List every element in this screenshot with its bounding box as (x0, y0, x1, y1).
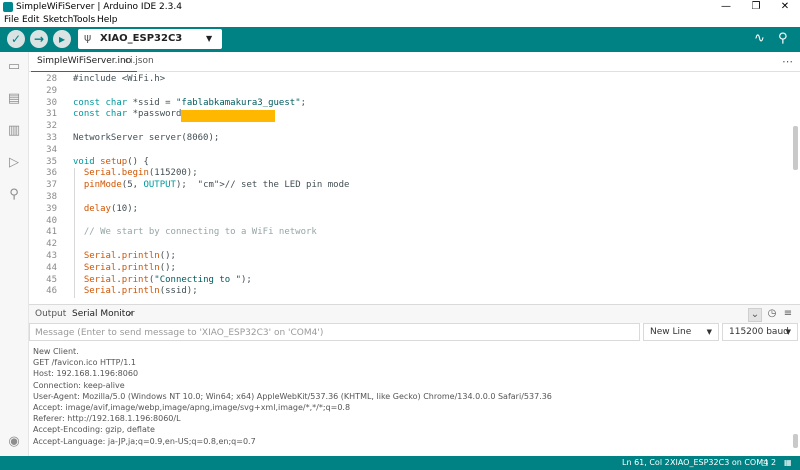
menu-edit[interactable]: Edit (22, 14, 39, 27)
panel-tabs: Output Serial Monitor ✕ ⌄ ◷ ≡ (29, 304, 800, 323)
search-icon[interactable]: ⚲ (7, 188, 21, 202)
more-icon[interactable]: ⋯ (776, 52, 799, 71)
line-ending-select[interactable]: New Line ▼ (643, 323, 719, 341)
minimize-button[interactable]: — (711, 0, 741, 14)
serial-output-line: Connection: keep-alive (33, 380, 125, 390)
chevron-down-icon[interactable]: ⌄ (748, 308, 762, 322)
menu-bar: File Edit Sketch Tools Help (0, 14, 800, 27)
serial-output: New Client. GET /favicon.ico HTTP/1.1 Host… (29, 345, 789, 450)
timestamp-icon[interactable]: ◷ (766, 308, 778, 320)
code-line: Serial.println(); (83, 251, 176, 261)
line-number: 45 (46, 274, 57, 285)
line-number: 34 (46, 144, 57, 155)
close-icon[interactable]: ✕ (127, 305, 134, 323)
line-ending-value: New Line (650, 327, 692, 337)
arduino-app-icon (3, 2, 13, 12)
chevron-down-icon: ▼ (206, 34, 213, 43)
debug-icon[interactable]: ▷ (7, 156, 21, 170)
debug-button[interactable]: ▸ (53, 30, 71, 48)
code-line: Serial.println(); (83, 262, 176, 273)
close-button[interactable]: ✕ (770, 0, 800, 14)
code-line: Serial.print("Connecting to "); (83, 274, 252, 285)
code-line: delay(10); (83, 203, 139, 214)
serial-output-line: User-Agent: Mozilla/5.0 (Windows NT 10.0… (33, 391, 552, 401)
line-number: 28 (46, 74, 57, 84)
menu-help[interactable]: Help (97, 14, 118, 27)
tab-output[interactable]: Output (35, 305, 66, 323)
serial-monitor-icon[interactable]: ⚲ (778, 31, 788, 47)
password-redaction (181, 110, 275, 122)
serial-scrollbar[interactable] (793, 434, 798, 448)
serial-output-line: Host: 192.168.1.196:8060 (33, 369, 139, 379)
title-bar: SimpleWiFiServer | Arduino IDE 2.3.4 — ❐… (0, 0, 800, 14)
code-line: Serial.println(ssid); (83, 286, 198, 297)
line-number: 31 (46, 109, 57, 120)
line-number: 32 (46, 121, 57, 132)
chevron-down-icon: ▼ (785, 328, 791, 336)
cursor-position[interactable]: Ln 61, Col 2 (622, 456, 670, 470)
code-line: // We start by connecting to a WiFi netw… (73, 227, 317, 238)
code-line: pinMode(5, OUTPUT); "cm">// set the LED … (83, 180, 350, 191)
line-number: 42 (46, 239, 57, 250)
tab-serial-monitor[interactable]: Serial Monitor (72, 305, 135, 323)
verify-button[interactable]: ✓ (7, 30, 25, 48)
output-toggle-icon[interactable]: ▦ (784, 456, 792, 470)
line-number: 44 (46, 262, 57, 273)
board-port-status[interactable]: XIAO_ESP32C3 on COM4 (670, 456, 768, 470)
line-number: 40 (46, 215, 57, 226)
line-number: 36 (46, 168, 57, 179)
line-number: 39 (46, 203, 57, 214)
serial-output-line: Accept-Language: ja-JP,ja;q=0.9,en-US;q=… (33, 436, 256, 446)
menu-tools[interactable]: Tools (73, 14, 95, 27)
code-editor[interactable]: 28 #include <WiFi.h> 29 30 const char *ssid … (29, 72, 800, 302)
menu-sketch[interactable]: Sketch (43, 14, 73, 27)
maximize-button[interactable]: ❐ (741, 0, 771, 14)
code-line: #include <WiFi.h> (73, 74, 166, 84)
line-number: 46 (46, 286, 57, 297)
chevron-down-icon: ▼ (706, 328, 712, 336)
editor-scrollbar[interactable] (793, 126, 798, 170)
boards-manager-icon[interactable]: ▤ (7, 92, 21, 106)
board-name: XIAO_ESP32C3 (100, 33, 183, 44)
line-number: 29 (46, 85, 57, 96)
code-line: void setup() { (73, 156, 149, 167)
code-line: NetworkServer server(8060); (73, 133, 220, 143)
line-number: 43 (46, 251, 57, 261)
serial-output-line: Referer: http://192.168.1.196:8060/L (33, 414, 181, 424)
account-icon[interactable]: ◉ (7, 435, 21, 449)
menu-file[interactable]: File (4, 14, 19, 27)
code-line: const char *password = (73, 109, 198, 120)
baud-rate-value: 115200 baud (729, 327, 789, 337)
upload-button[interactable]: → (30, 30, 48, 48)
baud-rate-select[interactable]: 115200 baud ▼ (722, 323, 798, 341)
code-line: Serial.begin(115200); (83, 168, 198, 179)
serial-output-line: Accept-Encoding: gzip, deflate (33, 425, 155, 435)
status-bar: Ln 61, Col 2 XIAO_ESP32C3 on COM4 ▢ 2 ▦ (0, 456, 800, 470)
notifications-icon[interactable]: ▢ (761, 456, 769, 470)
code-line: const char *ssid = "fablabkamakura3_gues… (73, 97, 307, 108)
line-number: 38 (46, 192, 57, 202)
line-number: 30 (46, 97, 57, 108)
usb-icon: ψ (84, 31, 92, 44)
line-number: 37 (46, 180, 57, 191)
indent-guide (74, 168, 75, 299)
toolbar: ✓ → ▸ ψ XIAO_ESP32C3 ▼ ∿ ⚲ (0, 27, 800, 52)
line-number: 35 (46, 156, 57, 167)
serial-plotter-icon[interactable]: ∿ (754, 31, 765, 47)
line-number: 33 (46, 133, 57, 143)
sketchbook-icon[interactable]: ▭ (7, 60, 21, 74)
editor-tabs: SimpleWiFiServer.ino ci.json ⋯ (29, 52, 800, 73)
notification-count: 2 (771, 458, 777, 467)
serial-output-line: GET /favicon.ico HTTP/1.1 (33, 358, 136, 368)
tab-ci-json[interactable]: ci.json (119, 52, 160, 71)
clear-output-icon[interactable]: ≡ (782, 308, 794, 320)
board-selector[interactable]: ψ XIAO_ESP32C3 ▼ (78, 29, 222, 49)
serial-output-line: Accept: image/avif,image/webp,image/apng… (33, 403, 351, 412)
line-number: 41 (46, 227, 57, 238)
window-title: SimpleWiFiServer | Arduino IDE 2.3.4 (16, 2, 182, 12)
serial-message-input[interactable]: Message (Enter to send message to 'XIAO_… (29, 323, 640, 341)
sidebar: ▭ ▤ ▥ ▷ ⚲ ◉ (0, 52, 29, 470)
serial-output-line: New Client. (33, 347, 79, 356)
library-manager-icon[interactable]: ▥ (7, 124, 21, 138)
